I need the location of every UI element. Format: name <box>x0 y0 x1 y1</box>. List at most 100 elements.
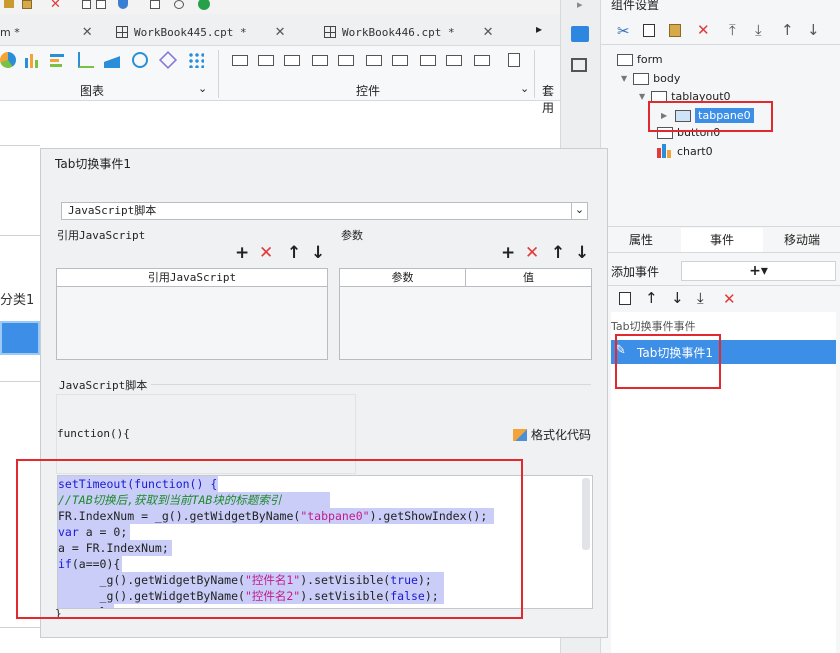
close-tab-icon[interactable]: ✕ <box>275 25 286 40</box>
label-control-icon[interactable] <box>258 55 274 66</box>
expand-icon[interactable]: ▼ <box>621 74 627 83</box>
area-chart-icon[interactable] <box>104 52 120 68</box>
add-event-label: 添加事件 <box>611 265 660 279</box>
move-down-icon[interactable]: ↓ <box>807 21 820 39</box>
move-up-ref-icon[interactable]: ↑ <box>287 245 301 262</box>
radio-control-icon[interactable] <box>366 55 382 66</box>
delete-icon[interactable]: ✕ <box>723 290 736 308</box>
move-bottom-icon[interactable]: ⤓ <box>755 21 762 39</box>
copy-icon[interactable] <box>619 292 631 305</box>
grid-icon <box>324 26 336 38</box>
add-param-icon[interactable]: + <box>501 245 515 262</box>
combobox-control-icon[interactable] <box>312 55 328 66</box>
paste-icon[interactable] <box>669 24 681 37</box>
delete-ref-icon[interactable]: ✕ <box>259 245 273 262</box>
button-control-icon[interactable] <box>284 55 300 66</box>
move-top-icon[interactable]: ⤒ <box>729 21 736 39</box>
tab-label: WorkBook446.cpt * <box>342 25 455 39</box>
tab-menu-icon[interactable]: ▸ <box>536 22 542 36</box>
close-icon[interactable]: ✕ <box>50 0 61 12</box>
add-ref-icon[interactable]: + <box>235 245 249 262</box>
tab-workbook445[interactable]: WorkBook445.cpt * ✕ <box>116 18 286 46</box>
gauge-chart-icon[interactable] <box>132 52 148 68</box>
tab-workbook446[interactable]: WorkBook446.cpt * ✕ <box>324 18 494 46</box>
script-type-select[interactable]: JavaScript脚本 ⌄ <box>61 202 588 220</box>
add-event-dropdown[interactable]: +▾ <box>681 261 836 281</box>
broom-icon <box>513 428 527 441</box>
radar-chart-icon[interactable] <box>158 50 178 70</box>
save-icon[interactable] <box>4 0 14 8</box>
ribbon: 图表 ⌄ 控件 ⌄ 套用 <box>0 46 560 115</box>
highlight-code <box>16 459 523 619</box>
tab-events[interactable]: 事件 <box>681 228 763 252</box>
category-label: 分类1 <box>0 293 35 308</box>
form-icon <box>617 53 633 66</box>
expand-icon[interactable]: ▼ <box>639 92 645 101</box>
body-icon <box>633 72 650 85</box>
value-column-header: 值 <box>466 269 591 287</box>
params-label: 参数 <box>341 229 363 242</box>
ref-js-label: 引用JavaScript <box>57 229 146 242</box>
chevron-down-icon: ⌄ <box>571 202 587 220</box>
widget-settings-icon[interactable] <box>571 26 589 42</box>
ref-js-table[interactable]: 引用JavaScript <box>56 268 328 360</box>
move-down-param-icon[interactable]: ↓ <box>575 245 589 262</box>
check-icon[interactable] <box>198 0 210 10</box>
scrollbar[interactable] <box>582 478 590 550</box>
line-chart-icon[interactable] <box>78 52 94 68</box>
collapse-icon[interactable]: ▸ <box>577 0 583 11</box>
layout-icon[interactable] <box>571 58 587 72</box>
textarea-control-icon[interactable] <box>420 55 436 66</box>
search-control-icon[interactable] <box>508 53 520 67</box>
move-down-icon[interactable]: ↓ <box>671 289 684 307</box>
scatter-chart-icon[interactable] <box>188 52 204 68</box>
ribbon-divider <box>218 50 219 98</box>
move-bottom-icon[interactable]: ⤓ <box>697 289 704 307</box>
close-tab-icon[interactable]: ✕ <box>82 25 93 40</box>
textbox-control-icon[interactable] <box>232 55 248 66</box>
chevron-down-icon[interactable]: ⌄ <box>198 82 207 95</box>
preview-icon[interactable] <box>150 0 160 9</box>
workbook-tabs: m * ✕ WorkBook445.cpt * ✕ WorkBook446.cp… <box>0 14 560 46</box>
delete-param-icon[interactable]: ✕ <box>525 245 539 262</box>
move-up-icon[interactable]: ↑ <box>781 21 794 39</box>
move-down-ref-icon[interactable]: ↓ <box>311 245 325 262</box>
tab-workbook-current[interactable]: m * ✕ <box>0 18 93 46</box>
list-control-icon[interactable] <box>446 55 462 66</box>
paste-icon[interactable] <box>22 0 32 9</box>
copy-icon[interactable] <box>643 24 655 37</box>
search-icon[interactable] <box>174 0 184 9</box>
move-up-icon[interactable]: ↑ <box>645 289 658 307</box>
delete-icon[interactable]: ✕ <box>697 21 710 39</box>
divider <box>601 226 840 227</box>
pie-chart-icon[interactable] <box>0 52 16 68</box>
divider <box>601 44 840 45</box>
divider <box>0 235 40 236</box>
tree-node-form[interactable]: form <box>617 53 663 66</box>
params-table[interactable]: 参数 值 <box>339 268 592 360</box>
highlight-tabpane <box>648 101 773 132</box>
close-tab-icon[interactable]: ✕ <box>483 25 494 40</box>
tab-properties[interactable]: 属性 <box>601 228 681 252</box>
chevron-down-icon[interactable]: ⌄ <box>520 82 529 95</box>
datefield-control-icon[interactable] <box>338 55 354 66</box>
divider <box>601 285 840 286</box>
hbar-chart-icon[interactable] <box>50 52 66 68</box>
number-control-icon[interactable] <box>392 55 408 66</box>
shield-icon[interactable] <box>118 0 128 9</box>
ribbon-group-charts: 图表 <box>80 84 105 98</box>
move-up-param-icon[interactable]: ↑ <box>551 245 565 262</box>
bar-chart-icon[interactable] <box>24 52 40 68</box>
selected-cell[interactable] <box>0 321 40 355</box>
tree-node-chart[interactable]: chart0 <box>657 144 713 158</box>
divider <box>0 381 40 382</box>
cut-icon[interactable]: ✂ <box>617 22 630 40</box>
tree-node-body[interactable]: ▼ body <box>621 72 680 85</box>
tab-mobile[interactable]: 移动端 <box>763 228 840 252</box>
format-code-button[interactable]: 格式化代码 <box>513 426 591 443</box>
divider <box>601 252 840 253</box>
page-icon[interactable] <box>82 0 91 9</box>
copy-icon[interactable] <box>96 0 106 9</box>
dialog-title: Tab切换事件1 <box>55 157 131 171</box>
tree-control-icon[interactable] <box>474 55 490 66</box>
